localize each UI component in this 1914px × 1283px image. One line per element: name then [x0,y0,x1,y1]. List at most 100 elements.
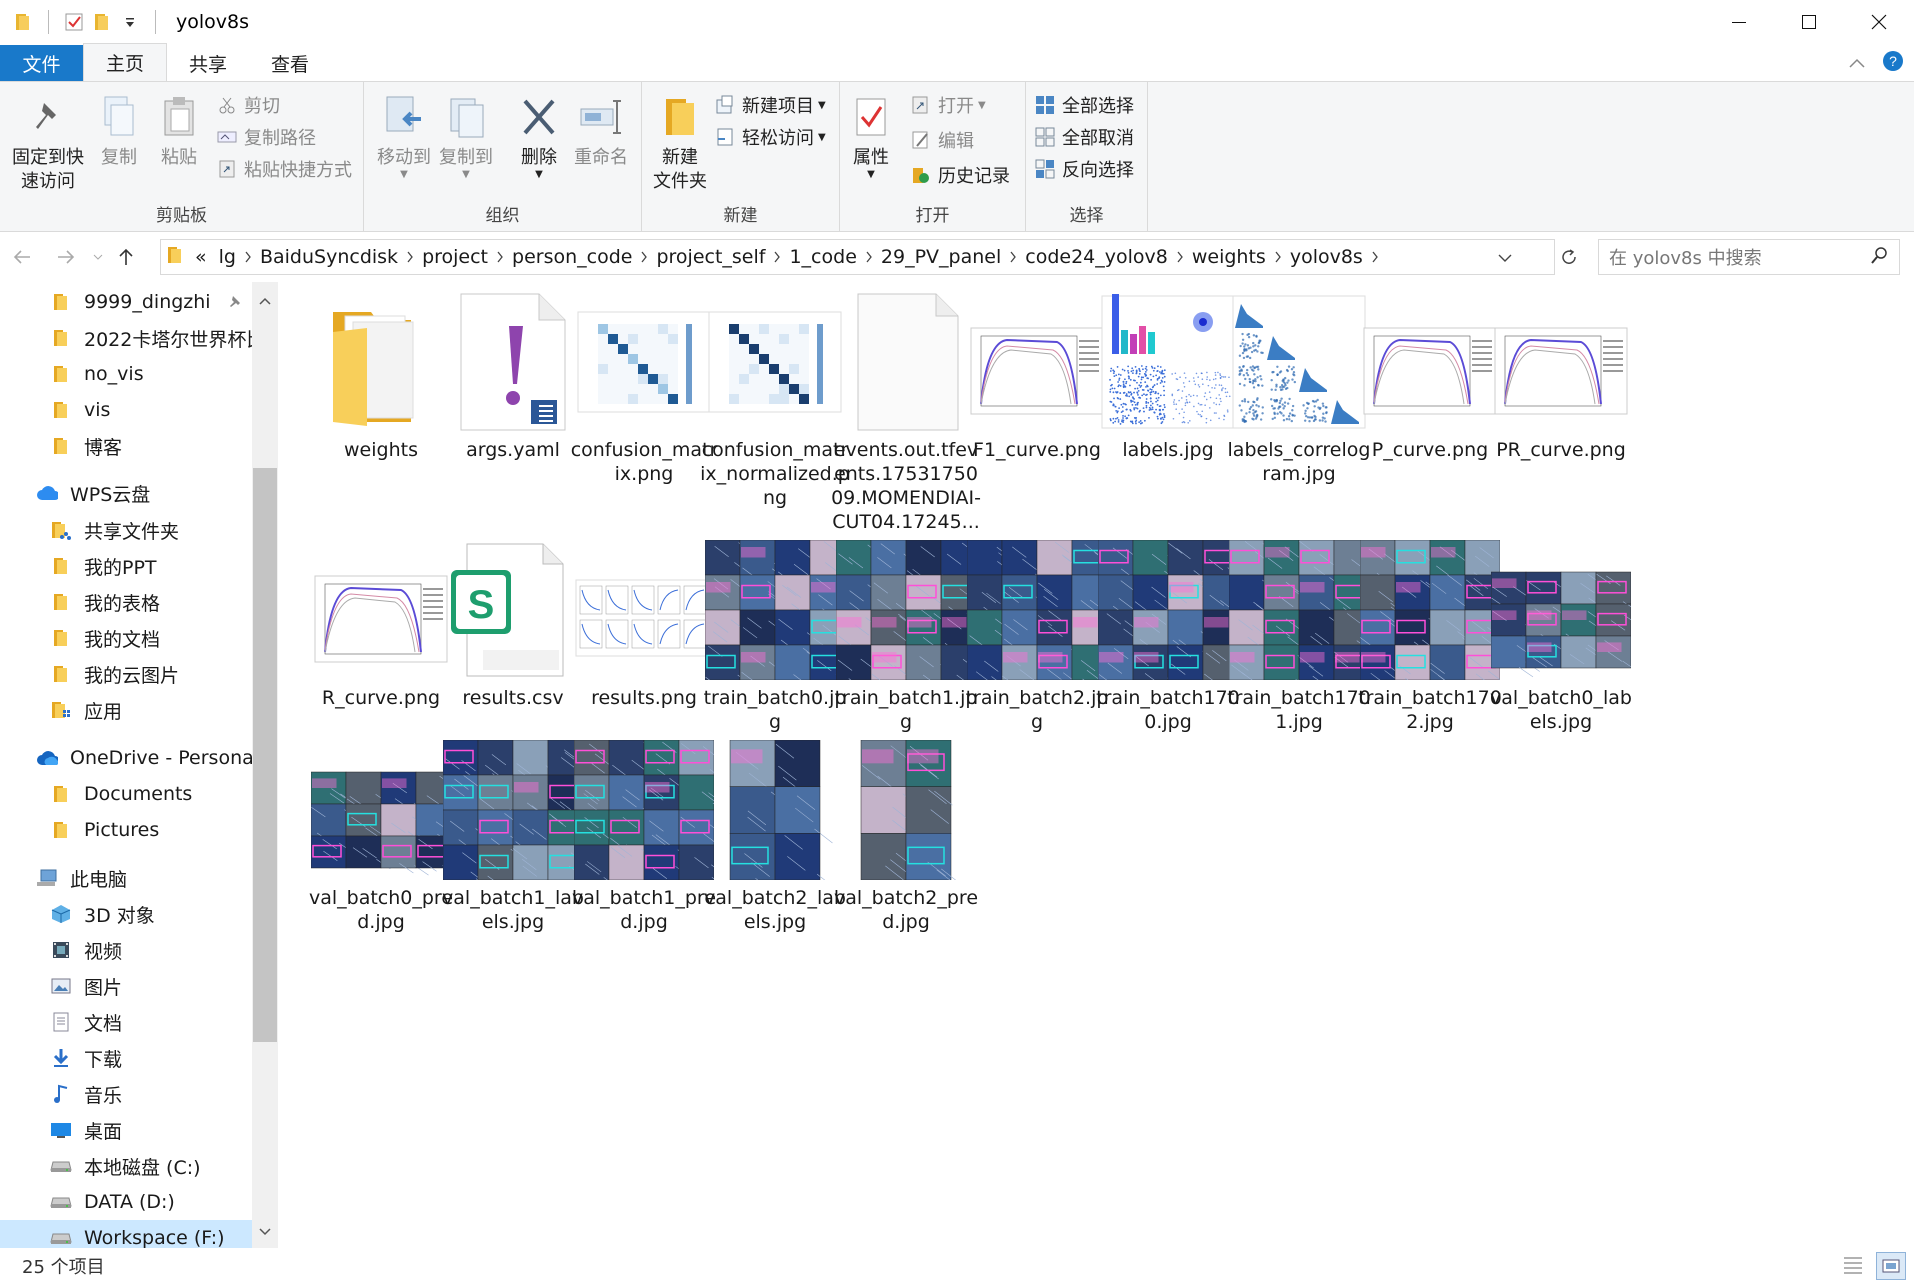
file-item[interactable]: P_curve.png [1355,292,1505,462]
chevron-right-icon[interactable] [242,251,254,263]
breadcrumb-item[interactable]: project [416,246,494,268]
breadcrumb-item[interactable]: 29_PV_panel [875,246,1007,268]
breadcrumb-item[interactable]: « [189,246,213,268]
file-item[interactable]: train_batch1701.jpg [1224,540,1374,734]
select-none-button[interactable]: 全部取消 [1034,122,1134,152]
nav-item[interactable]: 桌面 [0,1112,252,1148]
file-item[interactable]: labels.jpg [1093,292,1243,462]
breadcrumb-item[interactable]: weights [1186,246,1272,268]
tab-view[interactable]: 查看 [249,45,331,81]
forward-button[interactable] [44,237,88,277]
search-input[interactable]: 在 yolov8s 中搜索 [1609,244,1871,270]
recent-locations-dropdown[interactable] [88,237,108,277]
copy-to-button[interactable]: 复制到 ▼ [436,92,496,180]
nav-item[interactable]: 视频 [0,932,252,968]
new-folder-icon[interactable] [91,11,113,33]
nav-item[interactable]: 9999_dingzhi [0,284,252,320]
file-item[interactable]: train_batch1702.jpg [1355,540,1505,734]
file-item[interactable]: train_batch2.jpg [962,540,1112,734]
nav-item[interactable]: DATA (D:) [0,1184,252,1220]
chevron-right-icon[interactable] [638,251,650,263]
file-item[interactable]: val_batch0_pred.jpg [306,740,456,934]
nav-item[interactable]: Documents [0,776,252,812]
tab-home[interactable]: 主页 [83,43,168,81]
breadcrumb-item[interactable]: code24_yolov8 [1019,246,1174,268]
nav-item[interactable]: 我的云图片 [0,656,252,692]
history-button[interactable]: 历史记录 [910,160,1010,190]
easy-access-button[interactable]: 轻松访问 ▼ [714,122,826,152]
nav-item[interactable]: 博客 [0,428,252,464]
chevron-right-icon[interactable] [404,251,416,263]
file-item[interactable]: confusion_matrix_normalized.png [700,292,850,510]
file-item[interactable]: Sresults.csv [438,540,588,710]
open-button[interactable]: 打开 ▼ [910,90,986,120]
refresh-icon[interactable] [1554,248,1584,266]
move-to-button[interactable]: 移动到 ▼ [374,92,434,180]
breadcrumb-item[interactable]: yolov8s [1284,246,1369,268]
chevron-right-icon[interactable] [1007,251,1019,263]
scroll-up-icon[interactable] [259,290,271,309]
nav-item[interactable]: 下载 [0,1040,252,1076]
search-box[interactable]: 在 yolov8s 中搜索 [1598,239,1900,275]
breadcrumb-item[interactable]: BaiduSyncdisk [254,246,404,268]
back-button[interactable] [0,237,44,277]
chevron-right-icon[interactable] [1369,251,1381,263]
nav-item[interactable]: 本地磁盘 (C:) [0,1148,252,1184]
help-icon[interactable]: ? [1882,50,1904,76]
breadcrumb-item[interactable]: person_code [506,246,638,268]
file-item[interactable]: val_batch1_labels.jpg [438,740,588,934]
copy-path-button[interactable]: 复制路径 [216,122,316,152]
file-item[interactable]: val_batch0_labels.jpg [1486,540,1636,734]
file-item[interactable]: labels_correlogram.jpg [1224,292,1374,486]
file-item[interactable]: R_curve.png [306,540,456,710]
file-item[interactable]: val_batch2_labels.jpg [700,740,850,934]
close-button[interactable] [1844,0,1914,44]
scroll-down-icon[interactable] [259,1221,271,1240]
file-item[interactable]: PR_curve.png [1486,292,1636,462]
file-item[interactable]: weights [306,292,456,462]
file-item[interactable]: train_batch0.jpg [700,540,850,734]
breadcrumb-item[interactable]: 1_code [783,246,862,268]
properties-button[interactable]: 属性 ▼ [846,92,896,180]
delete-button[interactable]: 删除 ▼ [514,92,564,180]
breadcrumb-item[interactable]: project_self [650,246,771,268]
nav-item[interactable]: 3D 对象 [0,896,252,932]
nav-item[interactable]: 我的文档 [0,620,252,656]
breadcrumb-item[interactable]: lg [213,246,242,268]
properties-check-icon[interactable] [63,11,85,33]
chevron-right-icon[interactable] [1272,251,1284,263]
file-item[interactable]: F1_curve.png [962,292,1112,462]
chevron-right-icon[interactable] [494,251,506,263]
file-item[interactable]: confusion_matrix.png [569,292,719,486]
copy-button[interactable]: 复制 [94,92,144,170]
nav-item[interactable]: 共享文件夹 [0,512,252,548]
address-bar[interactable]: «lg BaiduSyncdisk project person_code projec… [160,239,1576,275]
nav-item[interactable]: 此电脑 [0,860,252,896]
nav-item[interactable]: OneDrive - Personal [0,740,252,776]
tab-share[interactable]: 共享 [167,45,249,81]
file-item[interactable]: val_batch1_pred.jpg [569,740,719,934]
chevron-right-icon[interactable] [771,251,783,263]
nav-item[interactable]: 文档 [0,1004,252,1040]
up-button[interactable] [108,237,144,277]
nav-item[interactable]: 2022卡塔尔世界杯比赛 [0,320,252,356]
nav-item[interactable]: 图片 [0,968,252,1004]
nav-scrollbar[interactable] [252,282,278,1248]
nav-item[interactable]: Pictures [0,812,252,848]
nav-item[interactable]: WPS云盘 [0,475,252,511]
chevron-right-icon[interactable] [863,251,875,263]
nav-item[interactable]: Workspace (F:) [0,1220,252,1248]
paste-shortcut-button[interactable]: 粘贴快捷方式 [216,154,352,184]
maximize-button[interactable] [1774,0,1844,44]
minimize-button[interactable] [1704,0,1774,44]
pin-quick-access-button[interactable]: 固定到快 速访问 [8,92,88,194]
search-icon[interactable] [1871,246,1889,269]
nav-item[interactable]: 应用 [0,692,252,728]
invert-selection-button[interactable]: 反向选择 [1034,154,1134,184]
file-item[interactable]: val_batch2_pred.jpg [831,740,981,934]
address-dropdown-icon[interactable] [1498,246,1512,268]
file-item[interactable]: train_batch1700.jpg [1093,540,1243,734]
nav-item[interactable]: vis [0,392,252,428]
details-view-icon[interactable] [1842,1254,1864,1281]
edit-button[interactable]: 编辑 [910,125,974,155]
